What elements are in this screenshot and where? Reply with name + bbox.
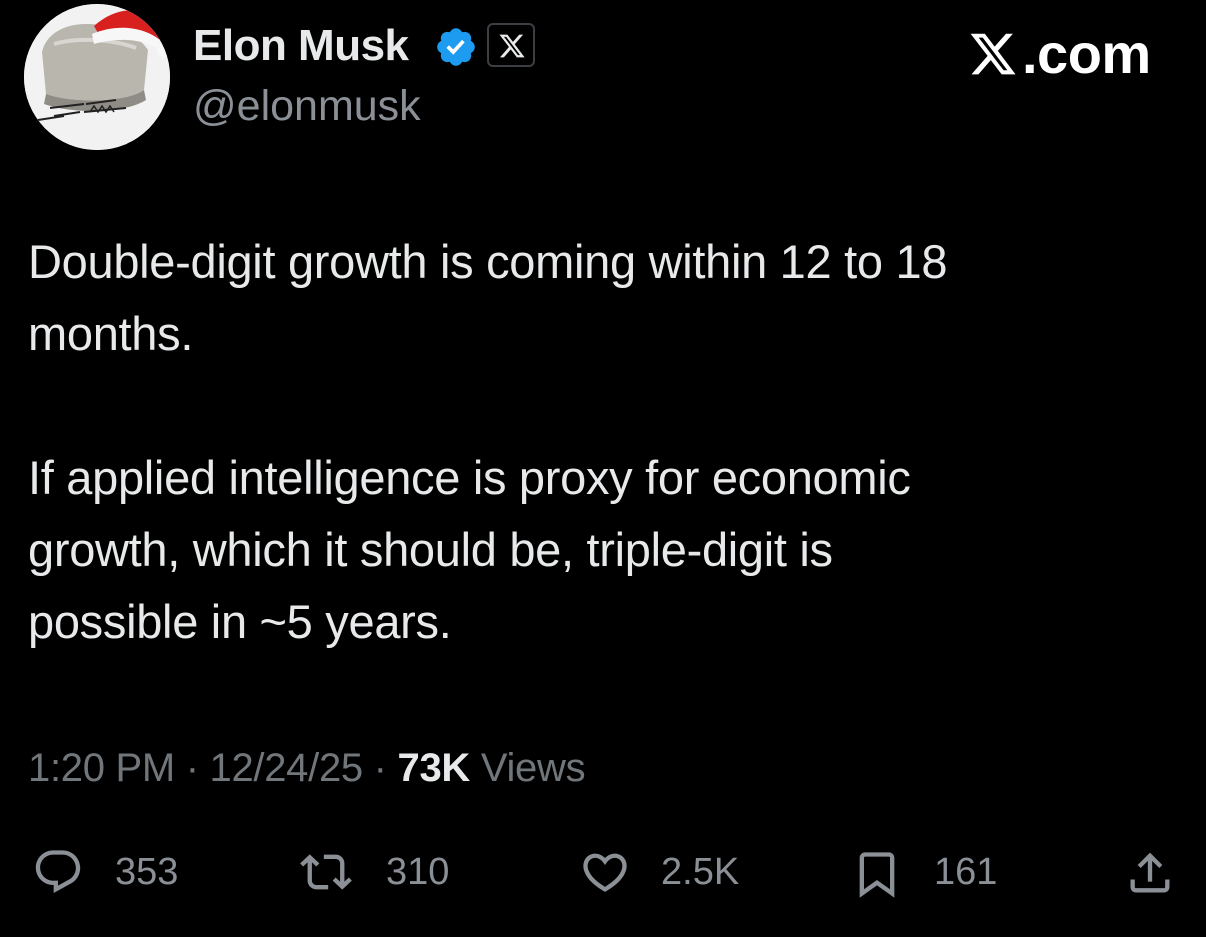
bookmark-icon [859,852,895,898]
brand-domain-text: .com [1022,22,1151,85]
bookmark-button[interactable]: 161 [851,840,1011,904]
meta-separator: · [362,746,398,790]
x-logo-icon [499,34,525,58]
meta-separator: · [174,746,210,790]
reply-count: 353 [115,851,179,893]
tweet-time[interactable]: 1:20 PM [28,746,175,790]
share-button[interactable] [1124,840,1180,904]
heart-icon [583,853,627,892]
x-logo-icon [970,33,1016,75]
avatar-image [24,4,170,150]
share-icon [1130,852,1170,893]
author-name[interactable]: Elon Musk [193,20,409,72]
author-handle[interactable]: @elonmusk [193,80,421,132]
like-count: 2.5K [661,851,740,893]
avatar[interactable] [24,4,170,150]
bookmark-count: 161 [934,851,998,893]
like-button[interactable]: 2.5K [577,840,767,904]
views-label: Views [480,746,586,790]
verified-badge-icon [434,25,478,69]
tweet-text: Double-digit growth is coming within 12 … [28,226,1178,658]
tweet-paragraph: If applied intelligence is proxy for eco… [28,451,911,648]
tweet-meta: 1:20 PM · 12/24/25 · 73K Views [28,744,586,792]
reply-icon [35,850,81,894]
tweet-date[interactable]: 12/24/25 [210,746,364,790]
tweet-paragraph: Double-digit growth is coming within 12 … [28,235,948,360]
views-count: 73K [397,746,471,790]
repost-icon [300,854,352,890]
repost-count: 310 [386,851,450,893]
reply-button[interactable]: 353 [30,840,210,904]
repost-button[interactable]: 310 [297,840,477,904]
affiliate-badge[interactable] [487,23,535,67]
